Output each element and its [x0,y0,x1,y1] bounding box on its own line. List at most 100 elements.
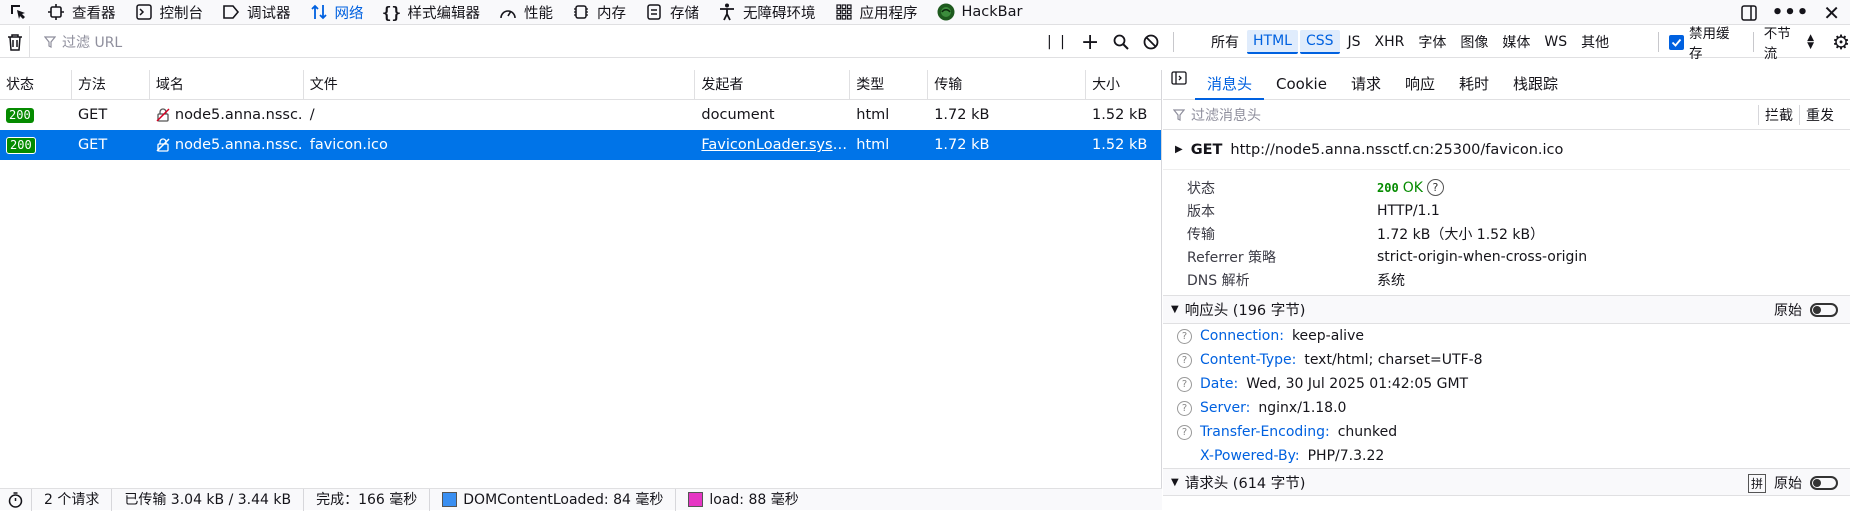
header-row: ? Transfer-Encoding: chunked [1163,420,1850,444]
style-editor-icon: {} [381,2,402,22]
updown-icon: ▲ ▼ [1807,33,1815,51]
tool-console[interactable]: 控制台 [126,0,214,25]
table-row-selected[interactable]: 200 GET node5.anna.nssc... favicon.ico F… [0,130,1161,160]
raw-toggle[interactable]: 拼 原始 [1747,469,1838,497]
column-header-transferred[interactable]: 传输 [928,70,1087,100]
column-header-initiator[interactable]: 发起者 [695,70,851,100]
toggle-sidebar-button[interactable] [1163,70,1195,100]
column-header-method[interactable]: 方法 [72,70,150,100]
type-filter-ws[interactable]: WS [1538,31,1573,53]
header-row: ? Connection: keep-alive [1163,324,1850,348]
pick-element-icon [8,2,28,22]
disable-cache-checkbox[interactable]: 禁用缓存 [1669,22,1743,62]
help-icon[interactable]: ? [1177,328,1192,344]
tool-inspector[interactable]: 查看器 [38,0,126,25]
raw-toggle[interactable]: 原始 [1774,296,1838,324]
search-icon[interactable] [1113,34,1130,50]
pause-icon[interactable]: | | [1047,34,1067,50]
tool-accessibility[interactable]: 无障碍环境 [709,0,826,25]
tab-response[interactable]: 响应 [1393,70,1447,100]
tool-performance[interactable]: 性能 [490,0,563,25]
tool-network[interactable]: 网络 [301,0,374,25]
close-icon[interactable]: ✕ [1823,1,1840,25]
type-filter-other[interactable]: 其他 [1575,29,1615,55]
type-filter-fonts[interactable]: 字体 [1412,29,1452,55]
tab-request[interactable]: 请求 [1339,70,1393,100]
type-filter-all[interactable]: 所有 [1205,29,1245,55]
options-separator [1658,32,1659,52]
type-cell: html [856,107,890,123]
response-headers-section[interactable]: ▼ 响应头 (196 字节) 原始 [1163,296,1850,324]
tab-timings[interactable]: 耗时 [1447,70,1501,100]
table-header: 状态 方法 域名 文件 发起者 类型 传输 大小 [0,70,1161,100]
type-filter-html[interactable]: HTML [1247,30,1298,54]
header-row: ? Date: Wed, 30 Jul 2025 01:42:05 GMT [1163,372,1850,396]
tool-style-editor[interactable]: {} 样式编辑器 [374,0,491,25]
type-filter-js[interactable]: JS [1342,31,1367,53]
throttle-select[interactable]: 不节流 ▲ ▼ [1764,22,1814,62]
header-row: ? X-Powered-By: PHP/7.3.22 [1200,448,1385,464]
help-icon[interactable]: ? [1177,424,1192,440]
column-header-file[interactable]: 文件 [304,70,696,100]
tab-cookies[interactable]: Cookie [1264,70,1339,100]
settings-gear-icon[interactable]: ⚙ [1832,30,1850,54]
summary-transfer: 传输 1.72 kB（大小 1.52 kB） [1187,226,1545,243]
tab-stack-trace[interactable]: 栈跟踪 [1501,70,1570,100]
method-cell: GET [77,107,108,123]
block-button[interactable]: 拦截 [1758,105,1799,125]
method-cell: GET [77,137,108,153]
console-icon [134,2,154,22]
tab-headers[interactable]: 消息头 [1195,70,1265,100]
performance-icon [498,2,518,22]
request-method: GET [1190,141,1223,158]
help-icon[interactable]: ? [1177,352,1192,368]
tool-storage[interactable]: 存储 [636,0,709,25]
plus-icon[interactable]: + [1081,30,1099,55]
tool-debugger[interactable]: 调试器 [213,0,301,25]
network-icon [309,2,329,22]
type-filter-xhr[interactable]: XHR [1369,31,1411,53]
initiator-link[interactable]: FaviconLoader.sys.... [695,130,850,160]
type-filter-css[interactable]: CSS [1299,30,1340,54]
filter-actions: | | + [1047,26,1175,58]
type-filter-images[interactable]: 图像 [1454,29,1494,55]
help-icon[interactable]: ? [1177,376,1192,392]
clear-button[interactable] [0,25,30,58]
column-header-domain[interactable]: 域名 [150,70,304,100]
tool-hackbar[interactable]: HackBar [928,0,1033,25]
table-row[interactable]: 200 GET node5.anna.nssc... / document ht… [0,100,1161,130]
request-headers-section[interactable]: ▼ 请求头 (614 字节) 拼 原始 [1163,468,1850,496]
tool-memory[interactable]: 内存 [563,0,636,25]
headers-actions: 拦截 重发 [1758,100,1840,130]
collapse-arrow-icon: ▼ [1171,476,1179,488]
domcontentloaded-time: DOMContentLoaded: 84 毫秒 [430,488,677,511]
expand-arrow-icon: ▶ [1175,144,1183,155]
pin-icon[interactable]: 拼 [1747,473,1766,493]
network-filter-bar: 过滤 URL | | + 所有 HTML CSS JS XHR 字体 图像 媒体… [0,25,1850,62]
column-header-status[interactable]: 状态 [0,70,72,100]
filter-icon [1173,108,1185,121]
toggle-switch [1810,476,1838,490]
status-cell: 200 [0,100,72,130]
headers-filter-input[interactable]: 过滤消息头 拦截 重发 [1163,100,1850,130]
request-line-toggle[interactable]: ▶ GET http://node5.anna.nssctf.cn:25300/… [1163,130,1850,170]
details-tabs: 消息头 Cookie 请求 响应 耗时 栈跟踪 [1163,70,1850,100]
tool-application[interactable]: 应用程序 [826,0,928,25]
element-picker-button[interactable] [0,0,38,25]
more-options-icon[interactable]: ••• [1772,2,1810,23]
resend-button[interactable]: 重发 [1799,105,1840,125]
load-time: load: 88 毫秒 [676,489,810,511]
help-icon[interactable]: ? [1426,179,1444,196]
accessibility-icon [717,2,737,22]
type-filter-media[interactable]: 媒体 [1496,29,1536,55]
column-header-size[interactable]: 大小 [1086,70,1161,100]
block-icon[interactable] [1143,34,1159,50]
help-icon[interactable]: ? [1177,400,1192,416]
column-header-type[interactable]: 类型 [850,70,929,100]
url-filter-input[interactable]: 过滤 URL [44,32,1044,52]
transferred-cell: 1.72 kB [934,107,990,123]
summary-referrer: Referrer 策略 strict-origin-when-cross-ori… [1187,248,1588,266]
performance-analysis-button[interactable] [0,488,32,511]
dock-side-icon[interactable] [1740,4,1758,22]
transferred-summary: 已传输 3.04 kB / 3.44 kB [112,488,305,511]
